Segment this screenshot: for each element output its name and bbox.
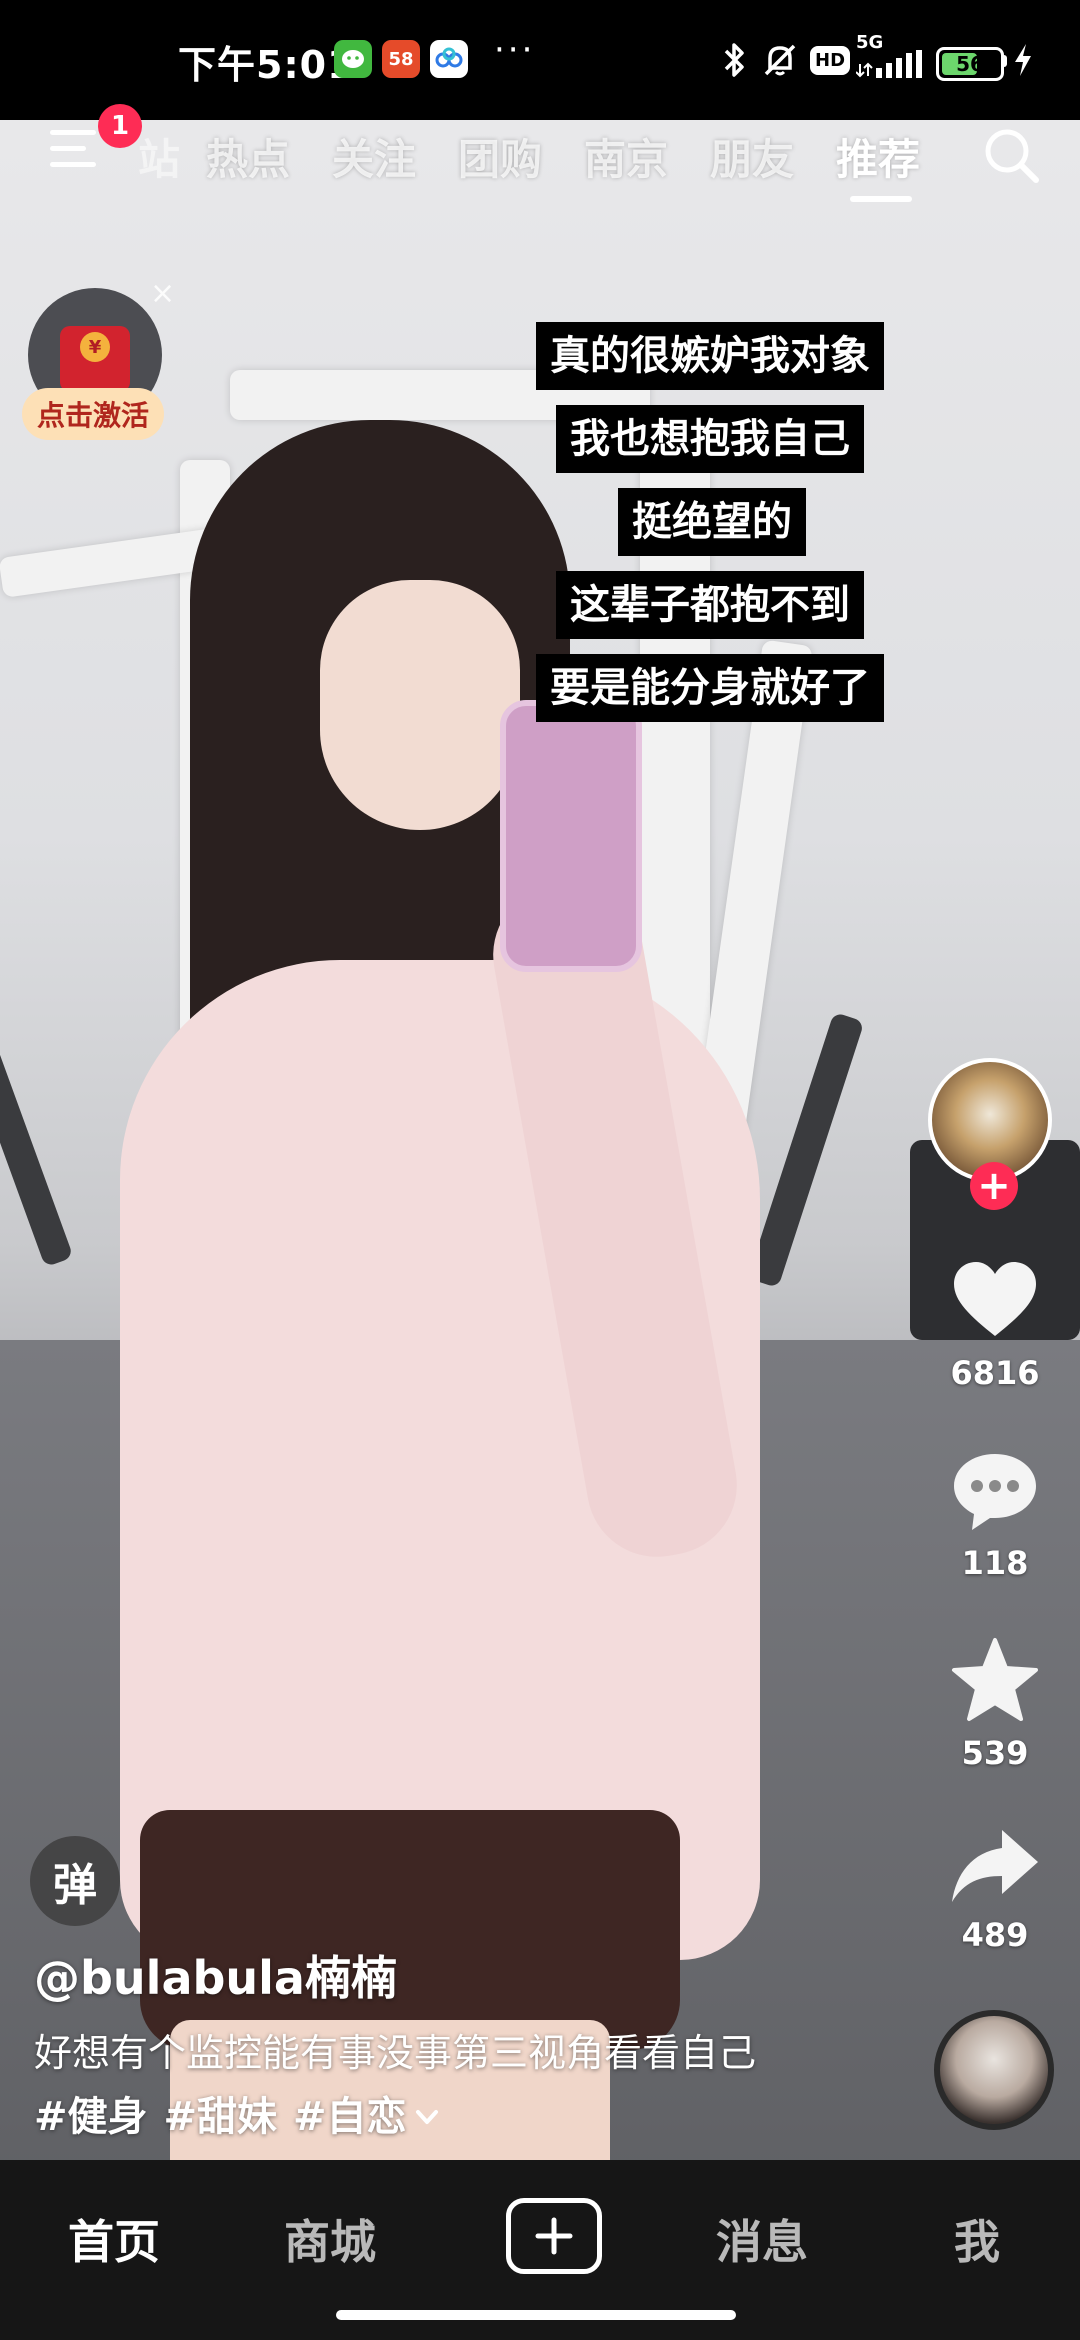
nav-home[interactable]: 首页 bbox=[68, 2206, 160, 2272]
bluetooth-icon bbox=[720, 40, 748, 80]
person-phone bbox=[500, 700, 642, 972]
hashtag-link[interactable]: #健身 bbox=[34, 2094, 148, 2140]
expand-description-icon[interactable] bbox=[410, 2100, 444, 2134]
heart-icon[interactable] bbox=[950, 1256, 1040, 1346]
red-envelope-coin: ¥ bbox=[80, 332, 110, 362]
status-time: 下午5:01 bbox=[178, 43, 355, 87]
follow-button[interactable]: + bbox=[970, 1162, 1018, 1210]
person-shorts bbox=[140, 1810, 680, 2050]
battery-cap bbox=[1002, 55, 1007, 67]
person-face bbox=[320, 580, 520, 830]
wechat-app-icon bbox=[334, 40, 372, 78]
tab-recommended[interactable]: 推荐 bbox=[836, 126, 920, 187]
nav-messages[interactable]: 消息 bbox=[716, 2206, 808, 2272]
tab-friends[interactable]: 朋友 bbox=[710, 126, 794, 187]
hd-label: HD bbox=[810, 45, 851, 75]
share-count: 489 bbox=[961, 1916, 1029, 1954]
tab-partial[interactable]: 站 bbox=[138, 126, 180, 187]
baidu-netdisk-icon bbox=[430, 40, 468, 78]
tab-nanjing[interactable]: 南京 bbox=[584, 126, 668, 187]
tab-hot[interactable]: 热点 bbox=[206, 126, 290, 187]
hd-icon: HD bbox=[810, 40, 851, 80]
comment-count: 118 bbox=[961, 1544, 1029, 1582]
favorite-count: 539 bbox=[961, 1734, 1029, 1772]
signal-icon: 5G bbox=[856, 32, 926, 78]
music-disc-avatar[interactable] bbox=[934, 2010, 1054, 2130]
video-caption-line: 真的很嫉妒我对象 bbox=[536, 322, 884, 390]
create-post-button[interactable] bbox=[506, 2198, 602, 2274]
notification-badge: 1 bbox=[98, 104, 142, 148]
share-icon[interactable] bbox=[950, 1822, 1040, 1912]
battery-level: 56 bbox=[956, 52, 984, 76]
hashtag-link[interactable]: #自恋 bbox=[293, 2094, 407, 2140]
red-packet-activate-button[interactable]: 点击激活 bbox=[22, 388, 164, 440]
video-caption-line: 我也想抱我自己 bbox=[556, 405, 864, 473]
like-count: 6816 bbox=[950, 1354, 1040, 1392]
nav-mall[interactable]: 商城 bbox=[284, 2206, 376, 2272]
tab-following[interactable]: 关注 bbox=[332, 126, 416, 187]
mute-bell-icon bbox=[760, 40, 800, 80]
video-caption-line: 要是能分身就好了 bbox=[536, 654, 884, 722]
charging-icon bbox=[1012, 40, 1034, 80]
active-tab-indicator bbox=[850, 196, 912, 202]
video-caption-line: 这辈子都抱不到 bbox=[556, 571, 864, 639]
battery-icon: 56 bbox=[936, 47, 1004, 81]
status-bar: 下午5:01 58 ··· HD 5G 56 bbox=[0, 0, 1080, 120]
more-notifications-icon: ··· bbox=[494, 30, 536, 70]
author-name[interactable]: @bulabula楠楠 bbox=[34, 1942, 397, 2008]
hashtag-link[interactable]: #甜妹 bbox=[164, 2094, 278, 2140]
gym-handle-right bbox=[747, 1011, 865, 1289]
star-icon[interactable] bbox=[950, 1636, 1040, 1726]
red-packet-close-icon[interactable]: × bbox=[150, 276, 175, 311]
video-caption-line: 挺绝望的 bbox=[618, 488, 806, 556]
plus-icon bbox=[535, 2217, 573, 2255]
search-icon[interactable] bbox=[980, 124, 1044, 188]
video-player[interactable] bbox=[0, 120, 1080, 2160]
menu-icon[interactable] bbox=[50, 130, 102, 170]
comment-icon[interactable] bbox=[950, 1446, 1040, 1536]
home-indicator[interactable] bbox=[336, 2310, 736, 2320]
nav-me[interactable]: 我 bbox=[954, 2206, 1000, 2272]
hashtag-list: #健身 #甜妹 #自恋 bbox=[34, 2084, 423, 2142]
danmaku-toggle-button[interactable]: 弹 bbox=[30, 1836, 120, 1926]
tab-group-buy[interactable]: 团购 bbox=[458, 126, 542, 187]
gym-handle-left bbox=[0, 1012, 74, 1268]
app-58-icon: 58 bbox=[382, 40, 420, 78]
video-description: 好想有个监控能有事没事第三视角看看自己 bbox=[34, 2031, 757, 2075]
